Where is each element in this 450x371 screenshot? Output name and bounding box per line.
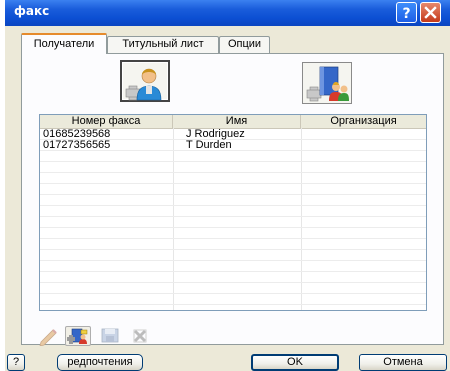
column-header-fax-number[interactable]: Номер факса — [40, 115, 173, 128]
table-row[interactable]: 01727356565 T Durden — [40, 140, 426, 151]
edit-button[interactable] — [35, 326, 61, 346]
recipients-panel: Номер факса Имя Организация 01685239568 … — [21, 53, 444, 346]
add-recipient-button[interactable] — [120, 60, 170, 102]
grid-line — [40, 172, 426, 173]
cancel-button[interactable]: Отмена — [359, 354, 447, 371]
help-button[interactable]: ? — [7, 354, 25, 371]
add-to-address-book-button[interactable] — [65, 326, 91, 346]
column-divider — [173, 128, 174, 310]
column-header-organization[interactable]: Организация — [301, 115, 426, 128]
grid-line — [40, 194, 426, 195]
add-from-address-book-icon — [306, 66, 349, 102]
grid-line — [40, 161, 426, 162]
help-title-button[interactable]: ? — [396, 2, 417, 23]
grid-line — [40, 205, 426, 206]
recipients-list[interactable]: Номер факса Имя Организация 01685239568 … — [39, 114, 427, 311]
name-cell: T Durden — [186, 139, 232, 151]
help-icon: ? — [402, 6, 410, 22]
list-header: Номер факса Имя Организация — [40, 115, 426, 129]
column-divider — [301, 128, 302, 310]
save-to-address-book-icon — [101, 328, 119, 343]
edit-pencil-icon — [39, 329, 57, 346]
grid-line — [40, 304, 426, 305]
tab-options[interactable]: Опции — [219, 36, 270, 53]
delete-button[interactable] — [127, 326, 153, 346]
grid-line — [40, 249, 426, 250]
grid-line — [40, 183, 426, 184]
fax-dialog: факс ? Получатели Титульный лист Опции Н… — [5, 0, 450, 371]
grid-line — [40, 282, 426, 283]
preferences-button[interactable]: редпочтения — [57, 354, 143, 371]
grid-line — [40, 260, 426, 261]
tab-recipients[interactable]: Получатели — [21, 33, 107, 54]
close-icon — [424, 6, 437, 19]
delete-icon — [133, 329, 147, 343]
svg-text:?: ? — [402, 6, 410, 22]
address-book-button[interactable] — [302, 62, 352, 104]
grid-line — [40, 216, 426, 217]
grid-line — [40, 271, 426, 272]
close-button[interactable] — [420, 2, 441, 23]
grid-line — [40, 293, 426, 294]
grid-line — [40, 227, 426, 228]
fax-number-cell: 01727356565 — [43, 139, 111, 151]
grid-line — [40, 238, 426, 239]
add-to-address-book-icon — [67, 328, 88, 344]
column-header-name[interactable]: Имя — [173, 115, 301, 128]
title-bar[interactable]: факс ? — [5, 0, 450, 26]
add-recipient-person-icon — [125, 68, 162, 101]
window-title: факс — [14, 4, 50, 18]
tab-cover-page[interactable]: Титульный лист — [107, 36, 219, 53]
ok-button[interactable]: OK — [251, 354, 339, 371]
save-to-address-book-button[interactable] — [97, 326, 123, 346]
